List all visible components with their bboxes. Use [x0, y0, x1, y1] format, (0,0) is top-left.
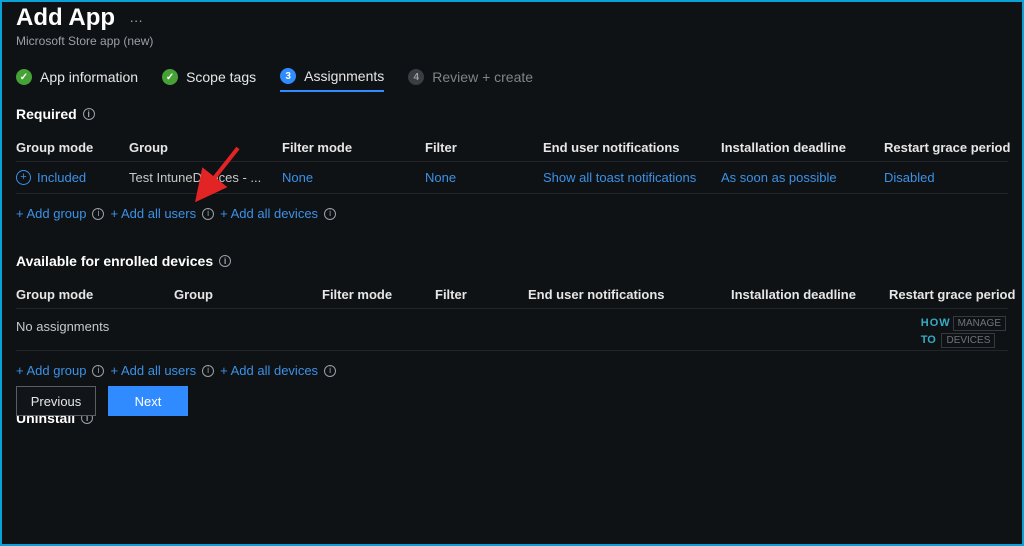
- plus-circle-icon: +: [16, 170, 31, 185]
- info-icon[interactable]: i: [92, 208, 104, 220]
- info-icon[interactable]: i: [92, 365, 104, 377]
- step-app-information[interactable]: ✓ App information: [16, 69, 138, 91]
- info-icon[interactable]: i: [324, 208, 336, 220]
- step-assignments[interactable]: 3 Assignments: [280, 68, 384, 92]
- add-all-users-link[interactable]: + Add all users: [110, 363, 196, 378]
- add-group-link[interactable]: + Add group: [16, 363, 86, 378]
- notifications-cell[interactable]: Show all toast notifications: [543, 170, 713, 185]
- more-icon[interactable]: …: [129, 9, 143, 25]
- add-all-devices-link[interactable]: + Add all devices: [220, 363, 318, 378]
- next-button[interactable]: Next: [108, 386, 188, 416]
- available-table-header: Group mode Group Filter mode Filter End …: [16, 277, 1008, 309]
- watermark: HOWMANAGE TO DEVICES: [921, 314, 1006, 348]
- add-all-users-link[interactable]: + Add all users: [110, 206, 196, 221]
- step-scope-tags[interactable]: ✓ Scope tags: [162, 69, 256, 91]
- info-icon[interactable]: i: [202, 208, 214, 220]
- section-required: Required i: [16, 106, 1008, 122]
- info-icon[interactable]: i: [83, 108, 95, 120]
- check-icon: ✓: [162, 69, 178, 85]
- required-add-links: + Add group i + Add all users i + Add al…: [16, 194, 1008, 243]
- add-all-devices-link[interactable]: + Add all devices: [220, 206, 318, 221]
- filter-mode-cell[interactable]: None: [282, 170, 417, 185]
- section-available: Available for enrolled devices i: [16, 253, 1008, 269]
- step-review-create[interactable]: 4 Review + create: [408, 69, 533, 91]
- page-subtitle: Microsoft Store app (new): [16, 34, 1008, 48]
- available-empty-row: No assignments: [16, 309, 1008, 351]
- page-title: Add App: [16, 4, 115, 32]
- check-icon: ✓: [16, 69, 32, 85]
- deadline-cell[interactable]: As soon as possible: [721, 170, 876, 185]
- group-cell: Test IntuneDevices - ...: [129, 170, 274, 185]
- add-group-link[interactable]: + Add group: [16, 206, 86, 221]
- info-icon[interactable]: i: [202, 365, 214, 377]
- restart-cell[interactable]: Disabled: [884, 170, 1024, 185]
- previous-button[interactable]: Previous: [16, 386, 96, 416]
- info-icon[interactable]: i: [219, 255, 231, 267]
- footer-buttons: Previous Next: [16, 386, 188, 416]
- group-mode-included[interactable]: + Included: [16, 170, 121, 185]
- step-number-icon: 3: [280, 68, 296, 84]
- required-table-header: Group mode Group Filter mode Filter End …: [16, 130, 1008, 162]
- info-icon[interactable]: i: [324, 365, 336, 377]
- filter-cell[interactable]: None: [425, 170, 535, 185]
- step-number-icon: 4: [408, 69, 424, 85]
- required-row[interactable]: + Included Test IntuneDevices - ... None…: [16, 162, 1008, 194]
- wizard-steps: ✓ App information ✓ Scope tags 3 Assignm…: [16, 68, 1008, 92]
